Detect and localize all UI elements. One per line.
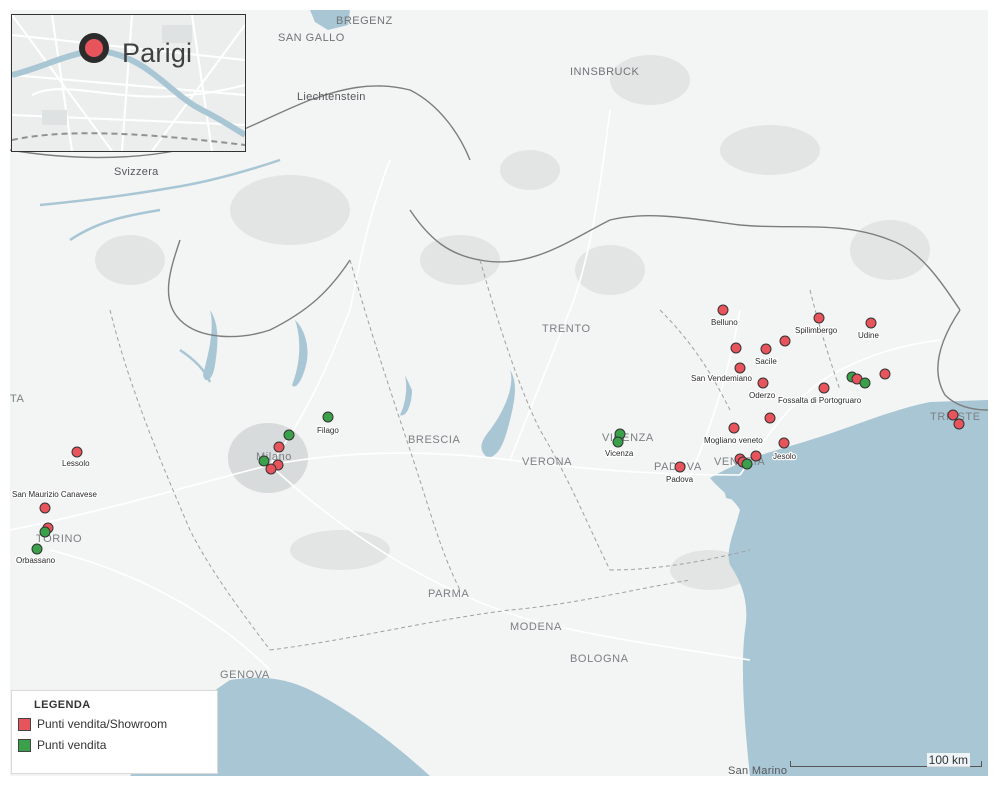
point-label-sacile: Sacile (755, 357, 777, 366)
inset-city-label: Parigi (122, 38, 193, 68)
point-label-spilimbergo: Spilimbergo (795, 326, 838, 335)
marker-milano-store-2[interactable] (258, 455, 270, 467)
label-parma: PARMA (428, 588, 469, 600)
marker-orbassano[interactable] (31, 543, 43, 555)
legend-label-showroom: Punti vendita/Showroom (37, 717, 168, 731)
point-label-padova: Padova (666, 475, 694, 484)
scale-bar: 100 km (790, 753, 982, 769)
marker-filago[interactable] (322, 411, 334, 423)
label-bologna: BOLOGNA (570, 653, 629, 665)
label-svizzera: Svizzera (114, 166, 159, 178)
inset-map-background (12, 15, 245, 151)
marker-venezia-1[interactable] (750, 450, 762, 462)
marker-venezia-store[interactable] (741, 458, 753, 470)
label-bregenz: BREGENZ (336, 15, 393, 27)
label-innsbruck: INNSBRUCK (570, 66, 639, 78)
marker-san-vendemiano[interactable] (734, 362, 746, 374)
label-genova: GENOVA (220, 669, 270, 681)
label-brescia: BRESCIA (408, 434, 461, 446)
point-label-jesolo: Jesolo (773, 452, 797, 461)
label-ta: TA (10, 393, 25, 405)
marker-padova[interactable] (674, 461, 686, 473)
label-modena: MODENA (510, 621, 562, 633)
marker-trieste-2[interactable] (953, 418, 965, 430)
label-liechtenstein: Liechtenstein (297, 91, 366, 103)
label-san-marino: San Marino (728, 765, 787, 776)
marker-oderzo[interactable] (757, 377, 769, 389)
point-label-san-vendemiano: San Vendemiano (691, 374, 752, 383)
legend-item-showroom[interactable]: Punti vendita/Showroom (18, 717, 167, 731)
marker-sacile-c[interactable] (779, 335, 791, 347)
marker-sacile-a[interactable] (730, 342, 742, 354)
marker-spilimbergo[interactable] (813, 312, 825, 324)
marker-lessolo[interactable] (71, 446, 83, 458)
label-trento: TRENTO (542, 323, 591, 335)
marker-udine[interactable] (865, 317, 877, 329)
marker-vicenza-store-2[interactable] (612, 436, 624, 448)
point-label-udine: Udine (858, 331, 879, 340)
label-verona: VERONA (522, 456, 572, 468)
parigi-marker[interactable] (79, 33, 109, 63)
label-vicenza-city: VICENZA (602, 432, 654, 444)
legend: LEGENDA Punti vendita/Showroom Punti ven… (11, 690, 218, 774)
scale-label: 100 km (926, 753, 970, 767)
marker-torino-store[interactable] (39, 526, 51, 538)
legend-swatch-red (18, 717, 31, 731)
legend-title: LEGENDA (34, 699, 91, 711)
point-label-filago: Filago (317, 426, 339, 435)
point-label-lessolo: Lessolo (62, 459, 90, 468)
marker-trieste-1[interactable] (947, 409, 959, 421)
marker-fossalta-3[interactable] (879, 368, 891, 380)
marker-treviso[interactable] (764, 412, 776, 424)
marker-jesolo[interactable] (778, 437, 790, 449)
marker-sacile-b[interactable] (760, 343, 772, 355)
marker-milano-1[interactable] (273, 441, 285, 453)
point-label-vicenza: Vicenza (605, 449, 634, 458)
point-label-orbassano: Orbassano (16, 556, 56, 565)
marker-san-maurizio[interactable] (39, 502, 51, 514)
marker-mogliano[interactable] (728, 422, 740, 434)
point-label-mogliano: Mogliano veneto (704, 436, 763, 445)
legend-item-store[interactable]: Punti vendita (18, 738, 106, 752)
legend-swatch-green (18, 738, 31, 752)
paris-inset-map[interactable]: Parigi (11, 14, 246, 152)
point-label-belluno: Belluno (711, 318, 738, 327)
marker-milano-3[interactable] (265, 463, 277, 475)
point-label-san-maurizio: San Maurizio Canavese (12, 490, 97, 499)
marker-fossalta-store-2[interactable] (859, 377, 871, 389)
marker-fossalta-1[interactable] (818, 382, 830, 394)
marker-milano-store-1[interactable] (283, 429, 295, 441)
label-san-gallo: SAN GALLO (278, 32, 345, 44)
point-label-fossalta: Fossalta di Portogruaro (778, 396, 862, 405)
legend-label-store: Punti vendita (37, 738, 107, 752)
marker-belluno[interactable] (717, 304, 729, 316)
point-label-oderzo: Oderzo (749, 391, 776, 400)
